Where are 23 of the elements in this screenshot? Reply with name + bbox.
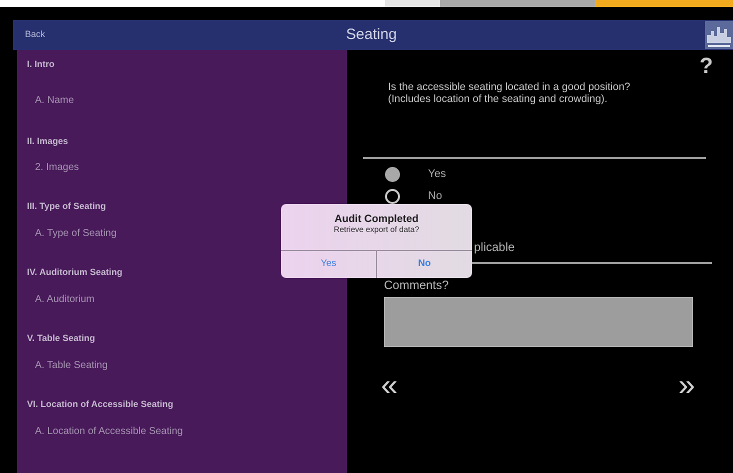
radio-option[interactable]: Yes: [385, 166, 733, 182]
section-heading[interactable]: V. Table Seating: [27, 332, 347, 344]
sidebar-item[interactable]: A. Name: [27, 95, 347, 107]
sidebar-item[interactable]: A. Auditorium: [27, 294, 347, 306]
section-heading[interactable]: I. Intro: [27, 58, 347, 70]
next-button[interactable]: »: [678, 371, 695, 401]
back-button[interactable]: Back: [25, 28, 46, 42]
section-heading[interactable]: VI. Location of Accessible Seating: [27, 398, 347, 410]
question-text: Is the accessible seating located in a good position? (Includes location of the seating and crowding).: [388, 81, 632, 105]
section-heading[interactable]: II. Images: [27, 135, 347, 147]
radio-button[interactable]: [385, 166, 400, 182]
previous-button[interactable]: «: [381, 371, 398, 401]
page-title: Seating: [346, 24, 397, 45]
comments-label: Comments?: [384, 278, 450, 293]
sidebar-item[interactable]: A. Table Seating: [27, 360, 347, 372]
option-label[interactable]: plicable: [474, 240, 733, 254]
dialog-message: Retrieve export of data?: [332, 225, 420, 235]
comments-field[interactable]: [384, 297, 693, 347]
dialog-title: Audit Completed: [334, 213, 420, 225]
sidebar-item[interactable]: A. Location of Accessible Seating: [27, 426, 347, 438]
sidebar-item[interactable]: 2. Images: [27, 162, 347, 174]
help-icon[interactable]: ?: [700, 55, 713, 77]
skyline-icon[interactable]: [705, 21, 733, 49]
